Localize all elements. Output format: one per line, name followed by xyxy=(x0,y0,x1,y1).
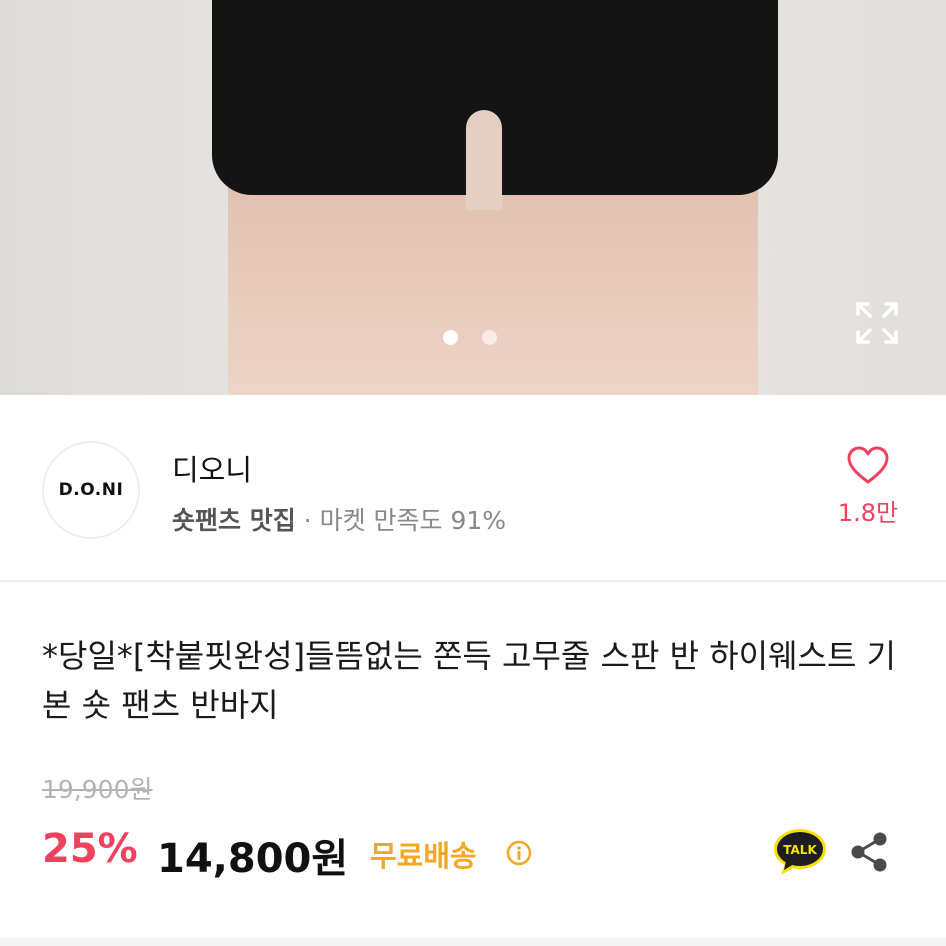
kakao-talk-icon[interactable]: TALK xyxy=(773,827,827,877)
heart-icon xyxy=(847,446,889,484)
carousel-dot-1[interactable] xyxy=(443,330,458,345)
product-title: *당일*[착붙핏완성]들뜸없는 쫀득 고무줄 스판 반 하이웨스트 기본 숏 팬… xyxy=(42,637,897,724)
like-button[interactable]: 1.8만 xyxy=(826,445,910,528)
seller-separator: · xyxy=(295,506,320,535)
free-shipping-label: 무료배송 xyxy=(370,839,477,873)
seller-name[interactable]: 디오니 xyxy=(172,447,252,489)
product-image[interactable] xyxy=(0,0,946,395)
carousel-dot-2[interactable] xyxy=(482,330,497,345)
seller-logo-text: D.O.NI xyxy=(58,480,124,500)
carousel-indicator xyxy=(443,330,497,345)
svg-text:TALK: TALK xyxy=(783,843,817,857)
share-icon[interactable] xyxy=(848,830,890,874)
product-photo-gap xyxy=(466,110,502,210)
like-count: 1.8만 xyxy=(837,499,899,527)
seller-avatar[interactable]: D.O.NI xyxy=(42,441,140,539)
seller-category: 숏팬츠 맛집 xyxy=(172,506,296,535)
expand-icon[interactable] xyxy=(852,298,902,348)
bottom-divider xyxy=(0,938,946,946)
seller-satisfaction: 마켓 만족도 91% xyxy=(319,506,507,535)
seller-info[interactable]: D.O.NI 디오니 숏팬츠 맛집 · 마켓 만족도 91% 1.8만 xyxy=(0,395,946,581)
discount-rate: 25% xyxy=(42,826,138,872)
sale-price: 14,800원 xyxy=(157,836,349,882)
info-icon[interactable] xyxy=(506,840,532,866)
section-divider xyxy=(0,580,946,582)
seller-subtitle: 숏팬츠 맛집 · 마켓 만족도 91% xyxy=(172,501,506,537)
original-price: 19,900원 xyxy=(42,775,153,804)
